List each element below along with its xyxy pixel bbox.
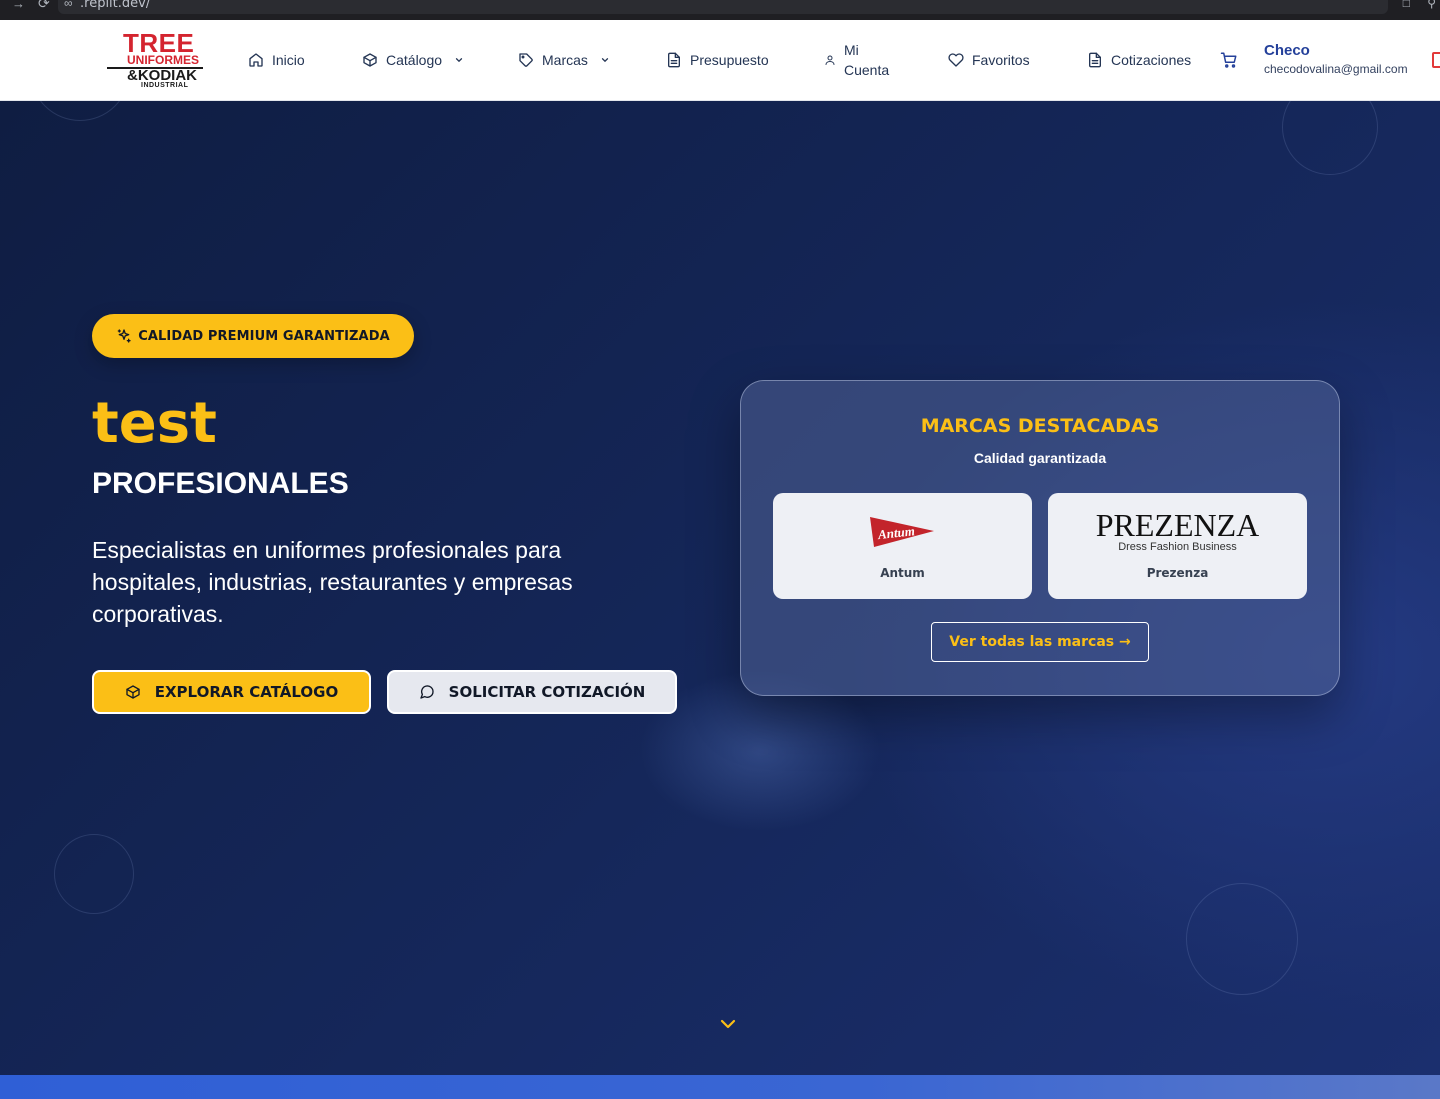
next-section-band bbox=[0, 1075, 1440, 1099]
antum-logo: Antum bbox=[870, 517, 934, 547]
nav-presupuesto[interactable]: Presupuesto bbox=[666, 20, 769, 100]
prezenza-logo: PREZENZA bbox=[1095, 507, 1260, 543]
nav-presupuesto-label: Presupuesto bbox=[690, 52, 769, 68]
request-quote-label: SOLICITAR COTIZACIÓN bbox=[448, 683, 646, 701]
cart-icon[interactable] bbox=[1220, 51, 1238, 69]
featured-brands-card: MARCAS DESTACADAS Calidad garantizada An… bbox=[740, 380, 1340, 696]
extension-icon[interactable]: □ bbox=[1403, 0, 1410, 10]
nav-mi-cuenta[interactable]: Mi Cuenta bbox=[824, 20, 889, 100]
package-icon bbox=[126, 685, 140, 699]
url-text[interactable]: .replit.dev/ bbox=[80, 0, 150, 11]
nav-marcas-label: Marcas bbox=[542, 52, 588, 68]
logo-kodiak-text: &KODIAK bbox=[127, 67, 197, 84]
nav-mi-cuenta-label: Mi Cuenta bbox=[844, 40, 889, 80]
explore-catalog-button[interactable]: EXPLORAR CATÁLOGO bbox=[92, 670, 371, 714]
nav-inicio-label: Inicio bbox=[272, 52, 305, 68]
hero-description: Especialistas en uniformes profesionales… bbox=[92, 537, 573, 627]
heart-icon bbox=[948, 53, 964, 67]
tag-icon bbox=[519, 53, 533, 67]
featured-brands-subtitle: Calidad garantizada bbox=[973, 450, 1107, 466]
featured-brands-title: MARCAS DESTACADAS bbox=[920, 415, 1160, 437]
user-icon bbox=[825, 55, 835, 65]
explore-catalog-label: EXPLORAR CATÁLOGO bbox=[154, 683, 339, 701]
nav-favoritos-label: Favoritos bbox=[972, 52, 1030, 68]
user-name: Checo bbox=[1264, 42, 1310, 59]
nav-catalogo[interactable]: Catálogo bbox=[362, 20, 464, 100]
site-header: TREE UNIFORMES &KODIAK INDUSTRIAL Inicio… bbox=[0, 20, 1440, 101]
hero-title: test bbox=[92, 391, 217, 456]
decorative-circle bbox=[1282, 101, 1378, 175]
home-icon bbox=[249, 53, 263, 67]
document-icon bbox=[668, 52, 680, 68]
user-profile[interactable]: Checo checodovalina@gmail.com bbox=[1264, 42, 1408, 78]
forward-icon[interactable]: → bbox=[12, 0, 25, 11]
chat-bubble-icon bbox=[419, 685, 434, 699]
address-bar[interactable] bbox=[58, 0, 1388, 14]
brand-name-prezenza: Prezenza bbox=[1146, 566, 1209, 580]
link-icon: ∞ bbox=[64, 0, 73, 10]
svg-text:Antum: Antum bbox=[876, 523, 915, 542]
brand-name-antum: Antum bbox=[880, 566, 925, 580]
decorative-circle bbox=[54, 834, 134, 914]
nav-cotizaciones-label: Cotizaciones bbox=[1111, 52, 1192, 68]
browser-bar: → ⟳ ∞ .replit.dev/ □ ⚲ bbox=[0, 0, 1440, 20]
chevron-down-icon bbox=[455, 58, 463, 63]
sparkles-icon bbox=[117, 329, 131, 343]
document-icon bbox=[1089, 52, 1101, 68]
nav-marcas[interactable]: Marcas bbox=[518, 20, 610, 100]
premium-badge: CALIDAD PREMIUM GARANTIZADA bbox=[92, 314, 414, 358]
site-logo[interactable]: TREE UNIFORMES &KODIAK INDUSTRIAL bbox=[107, 30, 203, 90]
logout-icon[interactable] bbox=[1432, 52, 1440, 68]
chevron-down-icon bbox=[601, 58, 609, 63]
premium-badge-text: CALIDAD PREMIUM GARANTIZADA bbox=[138, 328, 390, 344]
brand-card-prezenza[interactable]: PREZENZA Dress Fashion Business Prezenza bbox=[1048, 493, 1307, 599]
chevron-down-icon[interactable] bbox=[719, 1018, 737, 1030]
nav-mi-cuenta-line1: Mi bbox=[844, 42, 859, 58]
logo-uniformes-text: UNIFORMES bbox=[127, 53, 199, 67]
nav-mi-cuenta-line2: Cuenta bbox=[844, 62, 890, 78]
brand-card-antum[interactable]: Antum Antum bbox=[773, 493, 1032, 599]
user-email: checodovalina@gmail.com bbox=[1264, 62, 1408, 76]
nav-cotizaciones[interactable]: Cotizaciones bbox=[1087, 20, 1191, 100]
nav-inicio[interactable]: Inicio bbox=[248, 20, 305, 100]
view-all-brands-button[interactable]: Ver todas las marcas → bbox=[931, 622, 1149, 662]
request-quote-button[interactable]: SOLICITAR COTIZACIÓN bbox=[387, 670, 677, 714]
decorative-circle bbox=[1186, 883, 1298, 995]
package-icon bbox=[363, 53, 377, 67]
reload-icon[interactable]: ⟳ bbox=[38, 0, 50, 12]
decorative-circle bbox=[30, 101, 130, 121]
logo-industrial-text: INDUSTRIAL bbox=[141, 82, 189, 89]
nav-catalogo-label: Catálogo bbox=[386, 52, 443, 68]
prezenza-tagline: Dress Fashion Business bbox=[1118, 541, 1237, 553]
nav-favoritos[interactable]: Favoritos bbox=[948, 20, 1030, 100]
key-icon[interactable]: ⚲ bbox=[1427, 0, 1436, 10]
hero-subtitle: PROFESIONALES bbox=[92, 467, 349, 500]
hero-section: CALIDAD PREMIUM GARANTIZADA test PROFESI… bbox=[0, 101, 1440, 1075]
